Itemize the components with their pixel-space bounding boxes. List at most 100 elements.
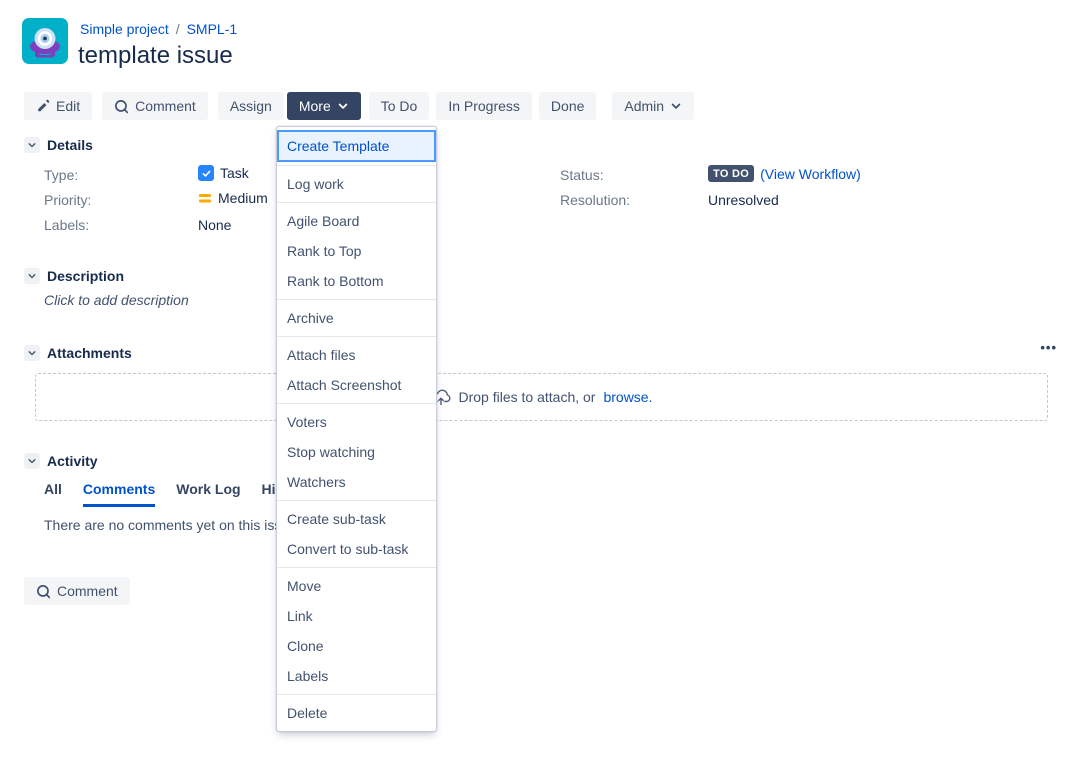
status-label: Status: [560, 167, 604, 183]
tab-comments[interactable]: Comments [83, 481, 155, 507]
menu-item-clone[interactable]: Clone [277, 631, 436, 661]
resolution-value-text: Unresolved [708, 192, 779, 208]
status-value: TO DO (View Workflow) [708, 165, 861, 182]
menu-group: Agile Board Rank to Top Rank to Bottom [277, 203, 436, 300]
assign-button-label: Assign [230, 98, 272, 114]
resolution-label: Resolution: [560, 192, 630, 208]
toolbar: Edit Comment Assign More To Do In Progre… [24, 92, 694, 120]
page-title: template issue [78, 42, 233, 70]
view-workflow-link[interactable]: (View Workflow) [760, 166, 861, 182]
menu-item-create-sub-task[interactable]: Create sub-task [277, 504, 436, 534]
labels-value-text: None [198, 217, 231, 233]
collapse-chevron-icon[interactable] [24, 453, 40, 469]
labels-label: Labels: [44, 217, 89, 233]
edit-button-label: Edit [56, 98, 80, 114]
activity-section-header[interactable]: Activity [24, 453, 98, 469]
menu-item-create-template[interactable]: Create Template [277, 130, 436, 162]
admin-button[interactable]: Admin [612, 92, 694, 120]
status-badge: TO DO [708, 165, 754, 182]
breadcrumb: Simple project / SMPL-1 [80, 21, 237, 37]
breadcrumb-issue-key-link[interactable]: SMPL-1 [187, 21, 238, 37]
comment-button-label: Comment [135, 98, 196, 114]
activity-heading: Activity [47, 453, 98, 469]
description-heading: Description [47, 268, 124, 284]
menu-item-archive[interactable]: Archive [277, 303, 436, 333]
attachments-dropzone[interactable]: Drop files to attach, or browse. [35, 373, 1048, 421]
jira-issue-page: Simple project / SMPL-1 template issue E… [0, 0, 1083, 759]
chevron-down-icon [670, 100, 682, 112]
collapse-chevron-icon[interactable] [24, 268, 40, 284]
transition-done-button[interactable]: Done [539, 92, 596, 120]
done-button-label: Done [551, 98, 584, 114]
breadcrumb-project-link[interactable]: Simple project [80, 21, 169, 37]
edit-button[interactable]: Edit [24, 92, 92, 120]
task-type-icon [198, 165, 214, 181]
menu-group: Attach files Attach Screenshot [277, 337, 436, 404]
menu-item-rank-to-bottom[interactable]: Rank to Bottom [277, 266, 436, 296]
add-comment-button[interactable]: Comment [24, 577, 130, 605]
browse-link[interactable]: browse. [603, 389, 652, 405]
attachments-section-header[interactable]: Attachments [24, 345, 132, 361]
menu-item-voters[interactable]: Voters [277, 407, 436, 437]
menu-item-attach-files[interactable]: Attach files [277, 340, 436, 370]
menu-item-convert-to-sub-task[interactable]: Convert to sub-task [277, 534, 436, 564]
details-heading: Details [47, 137, 93, 153]
attachments-heading: Attachments [47, 345, 132, 361]
transition-in-progress-button[interactable]: In Progress [436, 92, 532, 120]
menu-item-move[interactable]: Move [277, 571, 436, 601]
menu-group: Archive [277, 300, 436, 337]
pencil-icon [36, 99, 50, 113]
menu-item-log-work[interactable]: Log work [277, 169, 436, 199]
menu-item-watchers[interactable]: Watchers [277, 467, 436, 497]
comment-bubble-icon [114, 99, 129, 114]
menu-group: Create sub-task Convert to sub-task [277, 501, 436, 568]
priority-medium-icon [198, 193, 212, 204]
project-avatar[interactable] [22, 18, 68, 64]
details-section-header[interactable]: Details [24, 137, 93, 153]
priority-value: Medium [198, 190, 268, 206]
attachments-more-options-icon[interactable]: ••• [1040, 340, 1057, 355]
more-button[interactable]: More [287, 92, 361, 120]
menu-group: Log work [277, 166, 436, 203]
tab-work-log[interactable]: Work Log [176, 481, 240, 507]
activity-tabs: All Comments Work Log History [44, 481, 310, 507]
type-value-text: Task [220, 165, 249, 181]
priority-label: Priority: [44, 192, 91, 208]
collapse-chevron-icon[interactable] [24, 137, 40, 153]
resolution-value: Unresolved [708, 192, 779, 208]
labels-value: None [198, 217, 231, 233]
type-label: Type: [44, 167, 78, 183]
add-comment-button-label: Comment [57, 583, 118, 599]
tab-all[interactable]: All [44, 481, 62, 507]
admin-button-label: Admin [624, 98, 664, 114]
menu-group: Create Template [277, 127, 436, 166]
comment-bubble-icon [36, 584, 51, 599]
collapse-chevron-icon[interactable] [24, 345, 40, 361]
todo-button-label: To Do [381, 98, 418, 114]
menu-item-stop-watching[interactable]: Stop watching [277, 437, 436, 467]
description-section-header[interactable]: Description [24, 268, 124, 284]
menu-group: Move Link Clone Labels [277, 568, 436, 695]
project-avatar-icon [22, 18, 68, 64]
priority-value-text: Medium [218, 190, 268, 206]
menu-item-labels[interactable]: Labels [277, 661, 436, 691]
assign-button[interactable]: Assign [218, 92, 284, 120]
menu-item-attach-screenshot[interactable]: Attach Screenshot [277, 370, 436, 400]
dropzone-text: Drop files to attach, or [459, 389, 596, 405]
description-placeholder[interactable]: Click to add description [44, 292, 189, 308]
more-dropdown-menu: Create Template Log work Agile Board Ran… [276, 126, 437, 732]
menu-item-rank-to-top[interactable]: Rank to Top [277, 236, 436, 266]
menu-item-delete[interactable]: Delete [277, 698, 436, 728]
comment-button[interactable]: Comment [102, 92, 208, 120]
more-button-label: More [299, 98, 331, 114]
menu-item-agile-board[interactable]: Agile Board [277, 206, 436, 236]
type-value: Task [198, 165, 249, 181]
no-comments-message: There are no comments yet on this issue. [44, 517, 301, 533]
in-progress-button-label: In Progress [448, 98, 520, 114]
transition-todo-button[interactable]: To Do [369, 92, 430, 120]
menu-group: Delete [277, 695, 436, 731]
breadcrumb-separator: / [176, 21, 180, 37]
chevron-down-icon [337, 100, 349, 112]
menu-item-link[interactable]: Link [277, 601, 436, 631]
menu-group: Voters Stop watching Watchers [277, 404, 436, 501]
